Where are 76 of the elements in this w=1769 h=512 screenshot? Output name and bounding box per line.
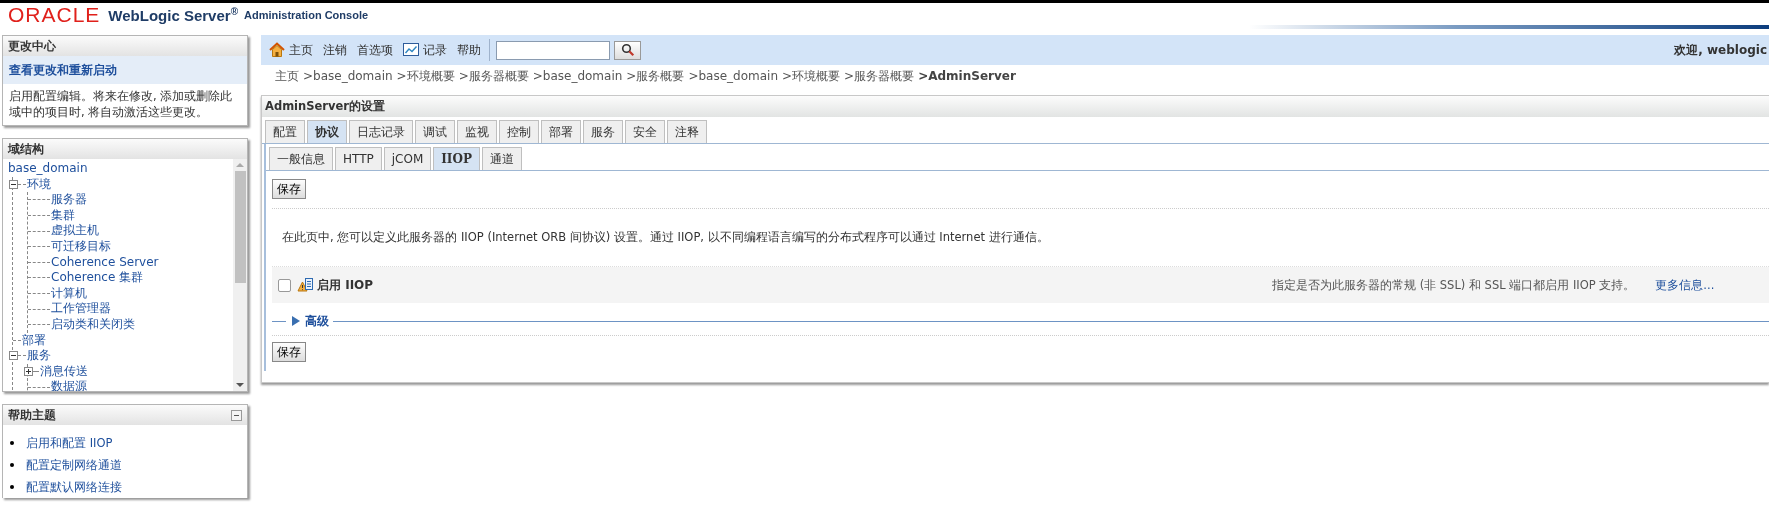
tab[interactable]: 日志记录	[349, 120, 413, 143]
advanced-toggle[interactable]: 高级	[286, 312, 333, 330]
panel-title: AdminServer的设置	[262, 96, 1769, 117]
tree-item[interactable]: 计算机	[51, 285, 87, 302]
tab[interactable]: 调试	[415, 120, 455, 143]
save-button[interactable]: 保存	[272, 342, 306, 362]
tree-item[interactable]: 启动类和关闭类	[51, 316, 135, 333]
tree-item[interactable]: 服务	[27, 348, 51, 364]
tab[interactable]: 通道	[481, 147, 522, 170]
breadcrumb-link[interactable]: >base_domain	[303, 69, 393, 83]
panel-title: 域结构	[3, 139, 247, 159]
tree-item[interactable]: 部署	[22, 332, 46, 349]
toolbar-link[interactable]: 首选项	[357, 41, 393, 59]
toolbar-link[interactable]: 主页	[269, 41, 313, 59]
tree-item[interactable]: 集群	[51, 207, 75, 224]
tree-item[interactable]: 消息传送	[40, 363, 88, 380]
breadcrumb-link[interactable]: >AdminServer	[918, 69, 1016, 83]
collapse-toggle-icon[interactable]	[9, 179, 18, 189]
tree-item[interactable]: 环境	[27, 176, 51, 193]
welcome-text: 欢迎, weblogic	[1674, 41, 1768, 59]
breadcrumb-link[interactable]: >base_domain	[688, 69, 778, 83]
breadcrumb-link[interactable]: >base_domain	[532, 69, 623, 83]
tab[interactable]: HTTP	[335, 147, 382, 170]
breadcrumb-link[interactable]: >服务器概要	[844, 67, 915, 85]
breadcrumb-link[interactable]: 主页	[275, 67, 299, 85]
checkbox[interactable]	[278, 278, 291, 292]
help-topic-link[interactable]: 启用和配置 IIOP	[26, 435, 113, 451]
console-subtitle: Administration Console	[244, 9, 369, 21]
warning-document-icon	[297, 277, 314, 293]
tree-item[interactable]: 工作管理器	[51, 301, 111, 317]
tab[interactable]: IIOP	[433, 147, 480, 170]
tab[interactable]: 配置	[265, 120, 305, 143]
tree-item[interactable]: Coherence Server	[51, 254, 159, 271]
field-label: 启用 IIOP	[317, 276, 374, 294]
tree-item[interactable]: base_domain	[8, 161, 233, 177]
search-field[interactable]	[496, 40, 610, 60]
search-button[interactable]	[614, 40, 641, 60]
chart-icon	[403, 42, 419, 58]
help-topic-link[interactable]: 配置定制网络通道	[26, 457, 122, 473]
search-icon	[620, 43, 635, 57]
save-button[interactable]: 保存	[272, 179, 306, 199]
tab[interactable]: 监视	[457, 120, 497, 143]
tab[interactable]: 服务	[583, 120, 623, 143]
field-help-text: 指定是否为此服务器的常规 (非 SSL) 和 SSL 端口都启用 IIOP 支持。	[1272, 277, 1636, 293]
tree-item[interactable]: Coherence 集群	[51, 270, 144, 286]
panel-title: 帮助主题	[8, 407, 56, 424]
view-changes-link[interactable]: 查看更改和重新启动	[3, 56, 247, 84]
product-name: WebLogic Server$^{®}$	[108, 6, 238, 24]
tab[interactable]: 一般信息	[269, 147, 333, 170]
triangle-right-icon	[290, 315, 302, 327]
tree-item[interactable]: 可迁移目标	[51, 238, 111, 255]
oracle-logo: ORACLE	[8, 4, 101, 26]
more-info-link[interactable]: 更多信息...	[1655, 277, 1715, 293]
tab[interactable]: 控制	[499, 120, 539, 143]
toolbar-link[interactable]: 帮助	[457, 41, 481, 59]
scrollbar[interactable]	[233, 159, 247, 391]
breadcrumb-link[interactable]: >服务器概要	[458, 67, 529, 85]
breadcrumb-link[interactable]: >服务概要	[626, 67, 685, 85]
home-icon	[269, 42, 285, 58]
tab[interactable]: 部署	[541, 120, 581, 143]
toolbar-link[interactable]: 记录	[403, 41, 447, 59]
tree-item[interactable]: 虚拟主机	[51, 223, 99, 239]
collapse-toggle-icon[interactable]	[9, 351, 18, 361]
change-center-message: 启用配置编辑。将来在修改, 添加或删除此域中的项目时, 将自动激活这些更改。	[8, 88, 234, 121]
breadcrumb-link[interactable]: >环境概要	[396, 67, 455, 85]
tab[interactable]: 注释	[667, 120, 707, 143]
toolbar-link[interactable]: 注销	[323, 41, 347, 59]
collapse-icon[interactable]	[231, 409, 242, 421]
tab[interactable]: jCOM	[383, 147, 432, 170]
panel-title: 更改中心	[3, 36, 247, 56]
tab[interactable]: 安全	[625, 120, 665, 143]
tree-item[interactable]: 服务器	[51, 192, 87, 208]
expand-toggle-icon[interactable]	[24, 367, 33, 376]
tab[interactable]: 协议	[307, 120, 347, 143]
help-topic-link[interactable]: 配置默认网络连接	[26, 479, 122, 495]
breadcrumb-link[interactable]: >环境概要	[782, 67, 841, 85]
